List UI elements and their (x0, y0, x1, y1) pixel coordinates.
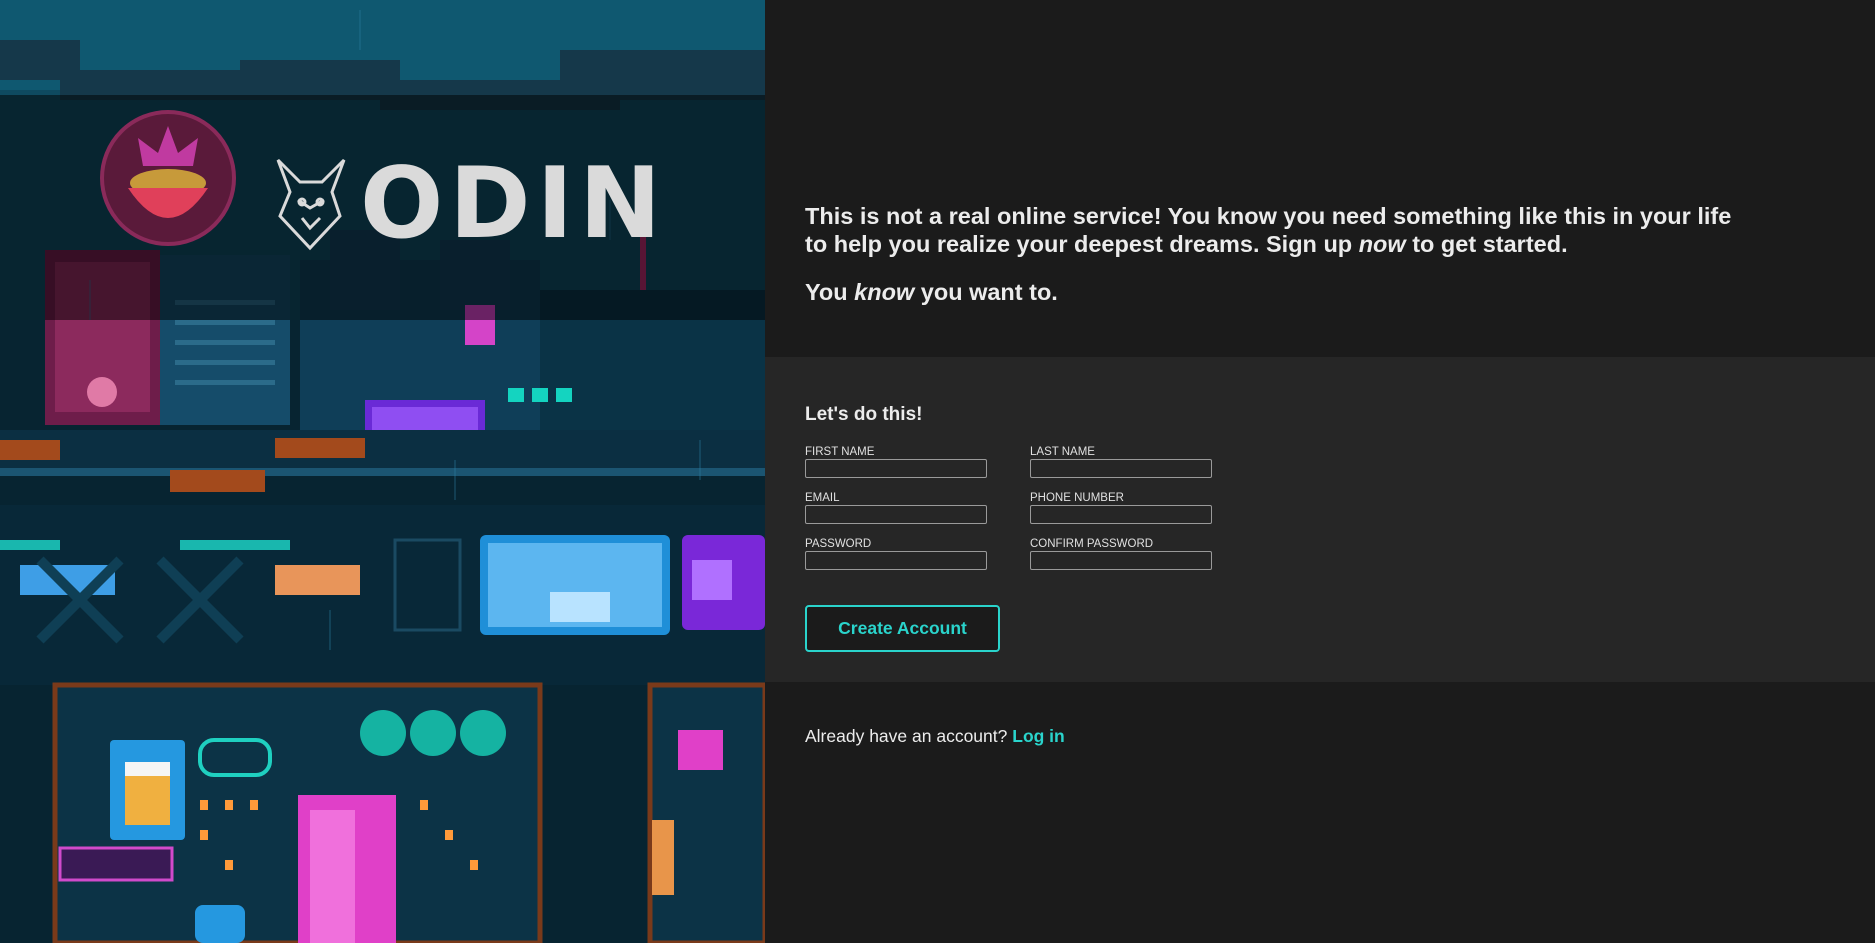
viking-dog-head-icon (276, 158, 346, 251)
phone-label: PHONE NUMBER (1030, 492, 1124, 504)
first-name-label: FIRST NAME (805, 446, 875, 458)
odin-logo: ODIN (270, 155, 667, 253)
first-name-group: FIRST NAME (805, 446, 987, 478)
confirm-password-group: CONFIRM PASSWORD (1030, 538, 1212, 570)
password-group: PASSWORD (805, 538, 987, 570)
tagline-text: You (805, 279, 855, 305)
login-link[interactable]: Log in (1012, 726, 1064, 746)
password-label: PASSWORD (805, 538, 872, 550)
login-prompt: Already have an account? Log in (805, 726, 1065, 747)
intro-text: to get started. (1405, 231, 1568, 257)
phone-group: PHONE NUMBER (1030, 492, 1212, 524)
last-name-group: LAST NAME (1030, 446, 1212, 478)
create-account-button[interactable]: Create Account (805, 605, 1000, 652)
background-artwork: ODIN (0, 0, 765, 943)
bowl-emblem-icon (100, 110, 236, 246)
first-name-input[interactable] (805, 459, 987, 478)
tagline-emphasis: know (854, 279, 915, 305)
confirm-password-input[interactable] (1030, 551, 1212, 570)
tagline-text: you want to. (914, 279, 1058, 305)
intro-paragraph: This is not a real online service! You k… (805, 202, 1735, 258)
logo-text: ODIN (360, 147, 668, 261)
form-title: Let's do this! (805, 404, 923, 425)
password-input[interactable] (805, 551, 987, 570)
intro-tagline: You know you want to. (805, 278, 1735, 306)
email-input[interactable] (805, 505, 987, 524)
phone-input[interactable] (1030, 505, 1212, 524)
intro-text: This is not a real online service! You k… (805, 203, 1732, 257)
last-name-label: LAST NAME (1030, 446, 1095, 458)
email-label: EMAIL (805, 492, 840, 504)
email-group: EMAIL (805, 492, 987, 524)
login-prompt-text: Already have an account? (805, 726, 1008, 746)
confirm-password-label: CONFIRM PASSWORD (1030, 538, 1154, 550)
intro-emphasis: now (1358, 231, 1406, 257)
last-name-input[interactable] (1030, 459, 1212, 478)
intro-message: This is not a real online service! You k… (805, 202, 1735, 306)
